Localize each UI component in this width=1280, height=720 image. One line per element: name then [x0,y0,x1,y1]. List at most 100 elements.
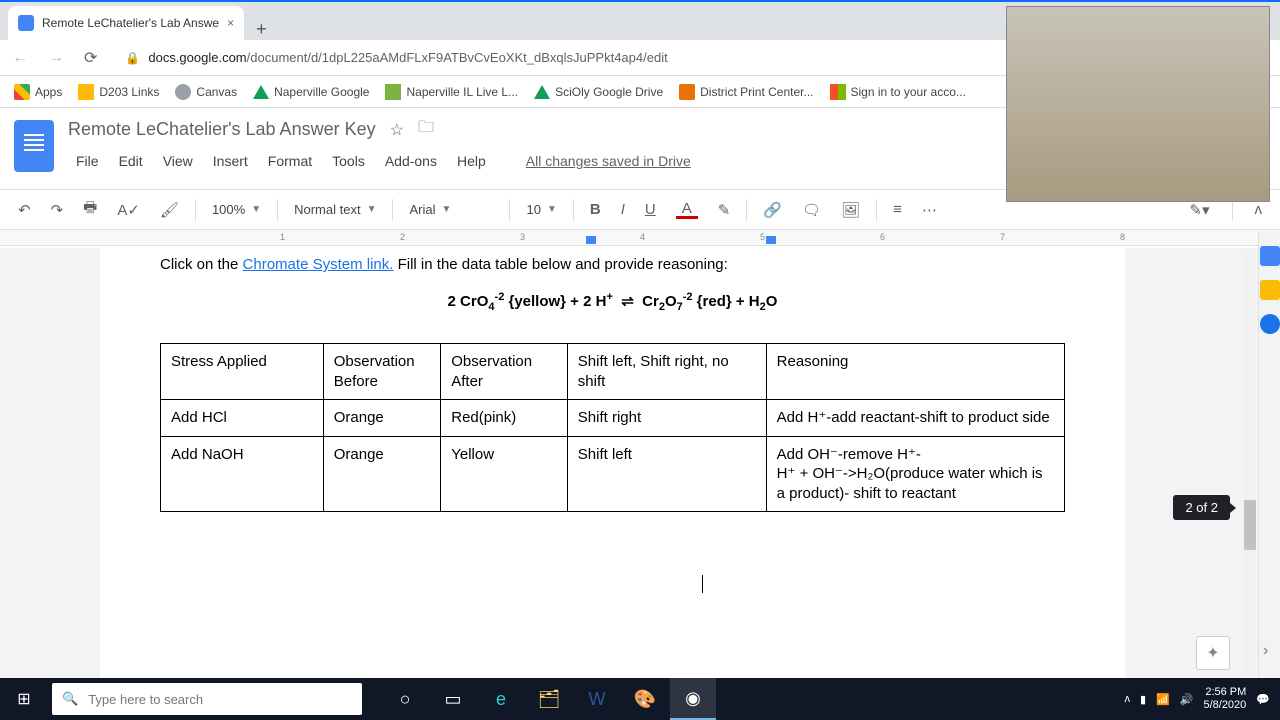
clock[interactable]: 2:56 PM 5/8/2020 [1203,686,1246,712]
system-tray[interactable]: ʌ ▮ 📶 🔊 2:56 PM 5/8/2020 💬 [1125,686,1280,712]
new-tab-button[interactable]: + [244,19,279,40]
docs-logo[interactable] [14,120,54,172]
spellcheck-button[interactable]: A✓ [109,195,148,225]
chromate-link[interactable]: Chromate System link. [243,256,394,273]
indent-marker-right[interactable] [766,236,776,244]
style-select[interactable]: Normal text▼ [286,198,384,221]
italic-button[interactable]: I [613,195,633,224]
search-icon: 🔍 [62,691,78,707]
wifi-icon[interactable]: 📶 [1156,693,1170,706]
th-shift: Shift left, Shift right, no shift [567,344,766,400]
vertical-scrollbar[interactable] [1244,250,1256,678]
microsoft-icon [830,84,846,100]
intro-paragraph: Click on the Chromate System link. Fill … [160,256,1065,273]
menu-edit[interactable]: Edit [111,149,151,173]
menu-file[interactable]: File [68,149,107,173]
undo-button[interactable]: ↶ [10,195,39,225]
page-indicator: 2 of 2 [1173,495,1230,520]
document-title[interactable]: Remote LeChatelier's Lab Answer Key [68,119,376,140]
edge-app[interactable]: e [478,678,524,720]
menu-view[interactable]: View [155,149,201,173]
forward-button[interactable]: → [44,45,68,71]
print-button[interactable]: 🖶 [75,191,105,228]
calendar-icon[interactable] [1260,246,1280,266]
scroll-thumb[interactable] [1244,500,1256,550]
bookmark-scioly[interactable]: SciOly Google Drive [534,85,663,99]
chrome-app[interactable]: ◉ [670,678,716,720]
more-button[interactable]: ⋯ [914,195,945,225]
document-page[interactable]: Click on the Chromate System link. Fill … [100,248,1125,678]
explore-button[interactable]: ✦ [1196,636,1230,670]
menu-help[interactable]: Help [449,149,494,173]
underline-button[interactable]: U [637,195,664,224]
apps-button[interactable]: Apps [14,84,62,100]
equation: 2 CrO4-2 {yellow} + 2 H+ ⇌ Cr2O7-2 {red}… [160,291,1065,313]
bookmark-d203[interactable]: D203 Links [78,84,159,100]
side-panel: › [1258,232,1280,678]
image-button[interactable]: 🖼 [833,195,868,225]
task-view-button[interactable]: ▭ [430,678,476,720]
bookmark-naperville-google[interactable]: Naperville Google [253,85,369,99]
url-host: docs.google.com [148,50,246,65]
indent-marker-left[interactable] [586,236,596,244]
move-doc-icon[interactable]: 🗀 [418,116,434,143]
tasks-icon[interactable] [1260,314,1280,334]
back-button[interactable]: ← [8,45,32,71]
zoom-select[interactable]: 100%▼ [204,198,269,221]
link-button[interactable]: 🔗 [755,195,790,225]
word-app[interactable]: W [574,678,620,720]
th-before: Observation Before [323,344,441,400]
font-select[interactable]: Arial▼ [401,198,501,221]
th-stress: Stress Applied [161,344,324,400]
reload-button[interactable]: ⟳ [80,44,101,72]
menu-addons[interactable]: Add-ons [377,149,445,173]
webcam-overlay [1006,6,1270,202]
browser-tab[interactable]: Remote LeChatelier's Lab Answe × [8,6,244,40]
star-doc-icon[interactable]: ☆ [390,120,404,140]
side-panel-toggle[interactable]: › [1263,642,1268,660]
save-status[interactable]: All changes saved in Drive [518,149,699,173]
redo-button[interactable]: ↷ [43,195,72,225]
apps-icon [14,84,30,100]
battery-icon[interactable]: ▮ [1140,693,1146,706]
folder-icon [78,84,94,100]
close-tab-icon[interactable]: × [227,16,234,30]
paint-app[interactable]: 🎨 [622,678,668,720]
tab-title: Remote LeChatelier's Lab Answe [42,16,219,30]
text-color-button[interactable]: A [668,194,706,225]
comment-button[interactable]: 🗨 [794,195,829,225]
notifications-icon[interactable]: 💬 [1256,693,1270,706]
bookmark-signin[interactable]: Sign in to your acco... [830,84,966,100]
start-button[interactable]: ⊞ [0,678,48,720]
bookmark-canvas[interactable]: Canvas [175,84,237,100]
th-after: Observation After [441,344,568,400]
table-header-row: Stress Applied Observation Before Observ… [161,344,1065,400]
th-reasoning: Reasoning [766,344,1064,400]
windows-taskbar: ⊞ 🔍 Type here to search ○ ▭ e 🗂 W 🎨 ◉ ʌ … [0,678,1280,720]
windows-search[interactable]: 🔍 Type here to search [52,683,362,715]
paint-format-button[interactable]: 🖌 [152,195,187,225]
site-icon [385,84,401,100]
text-cursor [702,575,703,593]
keep-icon[interactable] [1260,280,1280,300]
bold-button[interactable]: B [582,195,609,224]
drive-icon [534,85,550,99]
font-size-select[interactable]: 10▼ [518,198,564,221]
explorer-app[interactable]: 🗂 [526,678,572,720]
drive-icon [253,85,269,99]
cortana-button[interactable]: ○ [382,678,428,720]
ruler[interactable]: 1 2 3 4 5 6 7 8 [0,230,1280,246]
data-table[interactable]: Stress Applied Observation Before Observ… [160,343,1065,512]
menu-tools[interactable]: Tools [324,149,373,173]
bookmark-print-center[interactable]: District Print Center... [679,84,813,100]
site-icon [679,84,695,100]
tray-chevron-icon[interactable]: ʌ [1125,693,1131,705]
align-button[interactable]: ≡ [885,195,910,224]
globe-icon [175,84,191,100]
menu-format[interactable]: Format [260,149,320,173]
menu-insert[interactable]: Insert [205,149,256,173]
highlight-button[interactable]: ✎ [710,195,739,225]
volume-icon[interactable]: 🔊 [1180,693,1194,706]
bookmark-naperville-live[interactable]: Naperville IL Live L... [385,84,518,100]
lock-icon: 🔒 [125,51,140,65]
